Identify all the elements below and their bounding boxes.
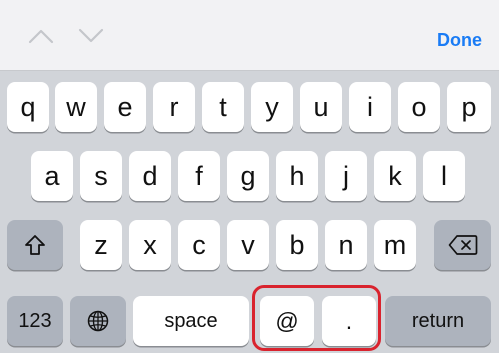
key-z[interactable]: z <box>80 220 122 270</box>
delete-key[interactable] <box>434 220 491 270</box>
space-key[interactable]: space <box>133 296 249 346</box>
key-g[interactable]: g <box>227 151 269 201</box>
at-key[interactable]: @ <box>260 296 314 346</box>
numbers-key[interactable]: 123 <box>7 296 63 346</box>
key-q[interactable]: q <box>7 82 49 132</box>
key-u[interactable]: u <box>300 82 342 132</box>
key-k[interactable]: k <box>374 151 416 201</box>
key-h[interactable]: h <box>276 151 318 201</box>
key-l[interactable]: l <box>423 151 465 201</box>
key-a[interactable]: a <box>31 151 73 201</box>
key-p[interactable]: p <box>447 82 491 132</box>
globe-icon <box>86 309 110 333</box>
key-w[interactable]: w <box>55 82 97 132</box>
key-s[interactable]: s <box>80 151 122 201</box>
key-v[interactable]: v <box>227 220 269 270</box>
done-button[interactable]: Done <box>437 30 482 51</box>
shift-key[interactable] <box>7 220 63 270</box>
return-key[interactable]: return <box>385 296 491 346</box>
key-t[interactable]: t <box>202 82 244 132</box>
key-o[interactable]: o <box>398 82 440 132</box>
key-j[interactable]: j <box>325 151 367 201</box>
key-r[interactable]: r <box>153 82 195 132</box>
key-m[interactable]: m <box>374 220 416 270</box>
key-f[interactable]: f <box>178 151 220 201</box>
period-key[interactable]: . <box>322 296 376 346</box>
key-d[interactable]: d <box>129 151 171 201</box>
chevron-up-icon[interactable] <box>28 28 54 44</box>
backspace-icon <box>448 234 478 256</box>
key-y[interactable]: y <box>251 82 293 132</box>
key-i[interactable]: i <box>349 82 391 132</box>
key-x[interactable]: x <box>129 220 171 270</box>
key-b[interactable]: b <box>276 220 318 270</box>
key-e[interactable]: e <box>104 82 146 132</box>
keyboard-accessory-bar: Done <box>0 0 499 71</box>
globe-key[interactable] <box>70 296 126 346</box>
key-n[interactable]: n <box>325 220 367 270</box>
shift-icon <box>23 233 47 257</box>
key-c[interactable]: c <box>178 220 220 270</box>
chevron-down-icon[interactable] <box>78 28 104 44</box>
